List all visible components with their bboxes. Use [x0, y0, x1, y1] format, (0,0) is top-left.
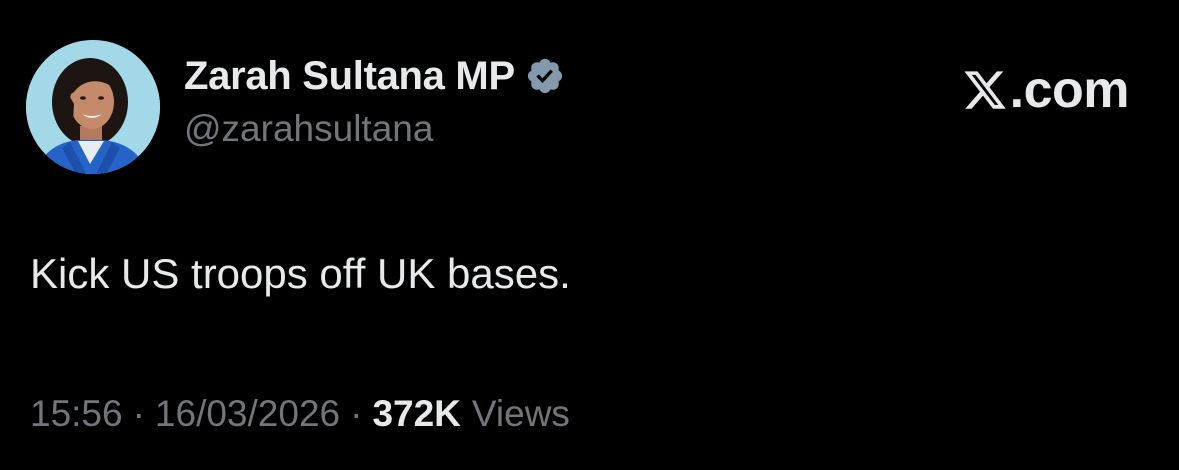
- verified-badge-icon: [525, 56, 565, 96]
- meta-separator: ·: [350, 393, 363, 434]
- brand-watermark: .com: [962, 60, 1130, 120]
- author-info: Zarah Sultana MP @zarahsultana: [184, 50, 565, 160]
- avatar[interactable]: [26, 40, 160, 174]
- meta-separator: ·: [132, 393, 145, 434]
- tweet-meta: 15:56 · 16/03/2026 · 372K Views: [30, 393, 570, 435]
- tweet-time[interactable]: 15:56: [30, 393, 123, 435]
- display-name[interactable]: Zarah Sultana MP: [184, 54, 515, 99]
- x-logo-icon: [962, 67, 1008, 113]
- tweet-date[interactable]: 16/03/2026: [155, 393, 340, 435]
- name-row: Zarah Sultana MP: [184, 50, 565, 102]
- tweet-card: Zarah Sultana MP @zarahsultana .com Kick…: [0, 0, 1179, 470]
- profile-photo: [26, 40, 160, 174]
- tweet-text: Kick US troops off UK bases.: [30, 250, 571, 297]
- brand-text: .com: [1009, 61, 1130, 119]
- handle[interactable]: @zarahsultana: [184, 108, 565, 150]
- views-count[interactable]: 372K: [372, 393, 460, 435]
- views-label: Views: [471, 393, 570, 434]
